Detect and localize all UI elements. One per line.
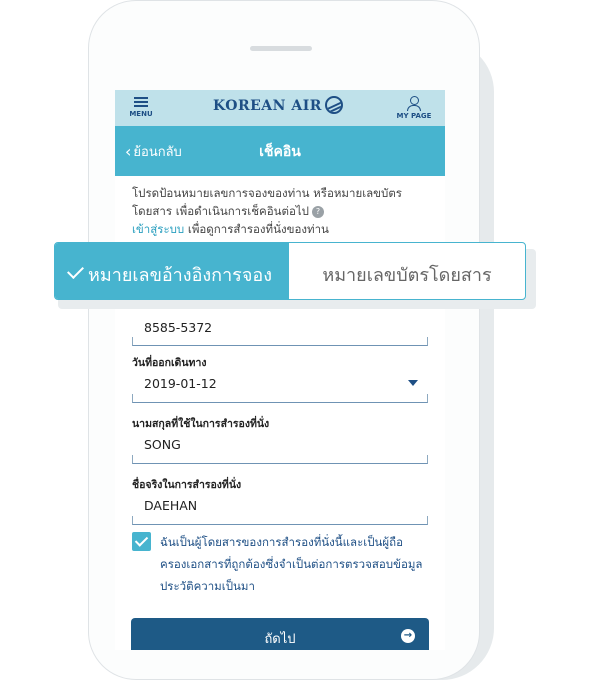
menu-label: MENU (129, 110, 153, 118)
first-name-input[interactable]: DAEHAN (144, 498, 197, 513)
departure-date-field[interactable]: วันที่ออกเดินทาง 2019-01-12 (132, 354, 428, 404)
consent-text: ฉันเป็นผู้โดยสารของการสำรองที่นั่งนี้และ… (160, 535, 423, 593)
check-icon (67, 262, 84, 279)
last-name-input[interactable]: SONG (144, 437, 181, 452)
my-page-label: MY PAGE (396, 112, 432, 120)
phone-screen: MENU KOREAN AIR MY PAGE เช็คอิน ‹ ย้อนกลั… (115, 90, 445, 650)
intro-line-3: เข้าสู่ระบบ เพื่อดูการสำรองที่นั่งของท่า… (132, 222, 329, 236)
field-underline (132, 394, 428, 403)
next-label: ถัดไป (264, 632, 296, 647)
lookup-type-tabs: หมายเลขอ้างอิงการจอง หมายเลขบัตรโดยสาร (54, 242, 526, 300)
tab-ticket-number[interactable]: หมายเลขบัตรโดยสาร (289, 260, 525, 289)
last-name-field[interactable]: นามสกุลที่ใช้ในการสำรองที่นั่ง SONG (132, 415, 428, 465)
phone-speaker (250, 46, 312, 51)
help-icon[interactable]: ? (311, 206, 324, 218)
back-label: ย้อนกลับ (133, 145, 182, 160)
intro-line-1: โปรดป้อนหมายเลขการจองของท่าน หรือหมายเลข… (132, 186, 402, 200)
back-button[interactable]: ‹ ย้อนกลับ (125, 141, 182, 162)
taegeuk-logo-icon (325, 96, 343, 114)
field-underline (132, 337, 428, 346)
dropdown-arrow-icon[interactable] (408, 380, 418, 386)
departure-date-value: 2019-01-12 (144, 376, 217, 391)
login-link[interactable]: เข้าสู่ระบบ (132, 222, 184, 236)
user-icon (409, 96, 419, 105)
last-name-label: นามสกุลที่ใช้ในการสำรองที่นั่ง (132, 418, 270, 430)
page-header: เช็คอิน ‹ ย้อนกลับ (115, 126, 445, 176)
departure-date-label: วันที่ออกเดินทาง (132, 357, 207, 369)
menu-button[interactable]: MENU (121, 94, 161, 124)
tab-booking-reference-label: หมายเลขอ้างอิงการจอง (88, 265, 272, 286)
booking-reference-value: 8585-5372 (144, 320, 213, 335)
tab-booking-reference[interactable]: หมายเลขอ้างอิงการจอง (55, 243, 289, 299)
hamburger-icon (134, 97, 148, 107)
korean-air-logo[interactable]: KOREAN AIR (213, 98, 322, 114)
first-name-field[interactable]: ชื่อจริงในการสำรองที่นั่ง DAEHAN (132, 476, 428, 526)
next-button[interactable]: ถัดไป → (131, 618, 429, 650)
booking-reference-field[interactable]: 8585-5372 (132, 316, 428, 348)
chevron-left-icon: ‹ (125, 142, 132, 161)
consent-checkbox[interactable] (132, 532, 151, 551)
arrow-right-icon: → (401, 629, 415, 643)
field-underline (132, 455, 428, 464)
intro-line-2: โดยสาร เพื่อดำเนินการเช็คอินต่อไป? (132, 202, 432, 220)
intro-text: โปรดป้อนหมายเลขการจองของท่าน หรือหมายเลข… (132, 184, 432, 238)
field-underline (132, 516, 428, 525)
my-page-button[interactable]: MY PAGE (391, 94, 437, 124)
top-navigation-bar: MENU KOREAN AIR MY PAGE (115, 90, 445, 126)
first-name-label: ชื่อจริงในการสำรองที่นั่ง (132, 479, 242, 491)
